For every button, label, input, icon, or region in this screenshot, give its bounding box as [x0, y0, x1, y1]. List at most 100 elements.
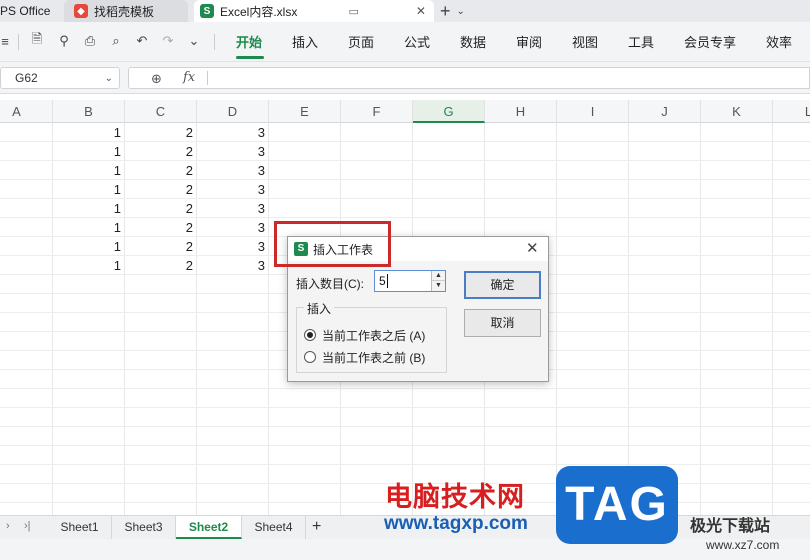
grid-line	[0, 179, 810, 180]
menu-review[interactable]: 审阅	[516, 32, 542, 51]
ok-button[interactable]: 确定	[464, 271, 541, 299]
tab-template[interactable]: ◆ 找稻壳模板	[64, 0, 188, 22]
table-cell[interactable]: 1	[53, 161, 121, 180]
table-cell[interactable]: 2	[125, 180, 193, 199]
close-icon[interactable]: ✕	[526, 239, 539, 257]
undo-icon[interactable]: ↶	[133, 32, 151, 50]
formula-input[interactable]: ⊕ fx	[128, 67, 810, 89]
grid-line	[0, 407, 810, 408]
highlight-annotation-box	[274, 221, 391, 267]
decrement-arrow-icon[interactable]: ▼	[431, 281, 445, 291]
increment-arrow-icon[interactable]: ▲	[431, 271, 445, 281]
radio-before[interactable]: 当前工作表之前 (B)	[304, 349, 454, 365]
watermark-url: www.tagxp.com	[384, 513, 528, 534]
link-icon[interactable]: ⚲	[55, 32, 73, 50]
table-cell[interactable]: 1	[53, 180, 121, 199]
radio-selected-icon[interactable]	[304, 329, 316, 341]
table-cell[interactable]: 1	[53, 199, 121, 218]
table-cell[interactable]: 3	[197, 237, 265, 256]
column-header-c[interactable]: C	[125, 100, 197, 123]
name-box[interactable]: G62 ⌄	[0, 67, 120, 89]
more-chevron-icon[interactable]: ⌄	[185, 32, 203, 50]
table-cell[interactable]: 3	[197, 142, 265, 161]
table-cell[interactable]: 3	[197, 161, 265, 180]
table-cell[interactable]: 3	[197, 218, 265, 237]
tab-excel-file[interactable]: S Excel内容.xlsx ▭ ✕	[194, 0, 434, 22]
close-tab-icon[interactable]: ✕	[416, 4, 426, 18]
print-preview-icon[interactable]: ⌕	[107, 32, 125, 50]
table-cell[interactable]: 2	[125, 123, 193, 142]
column-header-j[interactable]: J	[629, 100, 701, 123]
text-caret	[387, 274, 388, 288]
table-cell[interactable]: 1	[53, 237, 121, 256]
table-cell[interactable]: 3	[197, 256, 265, 275]
save-icon[interactable]: 🗎	[28, 31, 46, 50]
menu-member[interactable]: 会员专享	[684, 32, 736, 51]
column-header-h[interactable]: H	[485, 100, 557, 123]
divider	[18, 34, 19, 50]
table-cell[interactable]: 2	[125, 237, 193, 256]
cancel-button[interactable]: 取消	[464, 309, 541, 337]
radio-after[interactable]: 当前工作表之后 (A)	[304, 327, 454, 343]
chevron-down-icon[interactable]: ⌄	[105, 73, 113, 84]
table-cell[interactable]: 1	[53, 218, 121, 237]
table-cell[interactable]: 2	[125, 161, 193, 180]
chevron-down-icon[interactable]: ⌄	[457, 6, 465, 17]
table-cell[interactable]: 1	[53, 256, 121, 275]
column-header-k[interactable]: K	[701, 100, 773, 123]
sheet-tab-sheet4[interactable]: Sheet4	[242, 516, 306, 539]
menu-view[interactable]: 视图	[572, 32, 598, 51]
print-icon[interactable]: ⎙	[81, 32, 99, 50]
menu-efficiency[interactable]: 效率	[766, 32, 792, 51]
sheet-tab-sheet2[interactable]: Sheet2	[176, 516, 242, 539]
table-cell[interactable]: 3	[197, 123, 265, 142]
grid-line	[0, 198, 810, 199]
sheet-tab-sheet1[interactable]: Sheet1	[48, 516, 112, 539]
table-cell[interactable]: 2	[125, 256, 193, 275]
table-cell[interactable]: 1	[53, 123, 121, 142]
redo-icon[interactable]: ↷	[159, 32, 177, 50]
monitor-icon[interactable]: ▭	[348, 5, 358, 18]
count-label: 插入数目(C):	[296, 277, 364, 291]
radio-unselected-icon[interactable]	[304, 351, 316, 363]
zoom-icon[interactable]: ⊕	[151, 71, 162, 87]
add-sheet-button[interactable]: +	[312, 518, 321, 536]
column-header-l[interactable]: L	[773, 100, 810, 123]
column-header-i[interactable]: I	[557, 100, 629, 123]
count-value[interactable]: 5	[379, 274, 386, 288]
table-cell[interactable]: 2	[125, 142, 193, 161]
tab-wps-office[interactable]: PS Office	[0, 0, 58, 22]
column-header-d[interactable]: D	[197, 100, 269, 123]
grid-line	[0, 160, 810, 161]
sheet-tab-sheet3[interactable]: Sheet3	[112, 516, 176, 539]
cell-reference: G62	[15, 71, 38, 85]
count-stepper[interactable]: 5 ▲ ▼	[374, 270, 446, 292]
divider	[207, 71, 208, 85]
column-header-e[interactable]: E	[269, 100, 341, 123]
column-header-a[interactable]: A	[0, 100, 53, 123]
menu-home[interactable]: 开始	[236, 32, 262, 51]
grid-line	[0, 388, 810, 389]
menu-insert[interactable]: 插入	[292, 32, 318, 51]
table-cell[interactable]: 2	[125, 199, 193, 218]
last-sheet-icon[interactable]: ›|	[24, 520, 31, 532]
column-header-b[interactable]: B	[53, 100, 125, 123]
menu-data[interactable]: 数据	[460, 32, 486, 51]
menu-page[interactable]: 页面	[348, 32, 374, 51]
table-cell[interactable]: 1	[53, 142, 121, 161]
table-cell[interactable]: 3	[197, 199, 265, 218]
prev-sheet-icon[interactable]: ›	[6, 520, 10, 532]
new-tab-button[interactable]: + ⌄	[440, 0, 465, 22]
column-header-g[interactable]: G	[413, 100, 485, 123]
daoke-logo-icon: ◆	[74, 4, 88, 18]
grid-line	[0, 426, 810, 427]
table-cell[interactable]: 3	[197, 180, 265, 199]
menu-icon[interactable]: ≡	[0, 32, 14, 50]
function-icon[interactable]: fx	[183, 70, 195, 85]
tab-bar: PS Office ◆ 找稻壳模板 S Excel内容.xlsx ▭ ✕ + ⌄	[0, 0, 810, 22]
grid-line	[556, 123, 557, 515]
menu-tools[interactable]: 工具	[628, 32, 654, 51]
table-cell[interactable]: 2	[125, 218, 193, 237]
column-header-f[interactable]: F	[341, 100, 413, 123]
menu-formula[interactable]: 公式	[404, 32, 430, 51]
